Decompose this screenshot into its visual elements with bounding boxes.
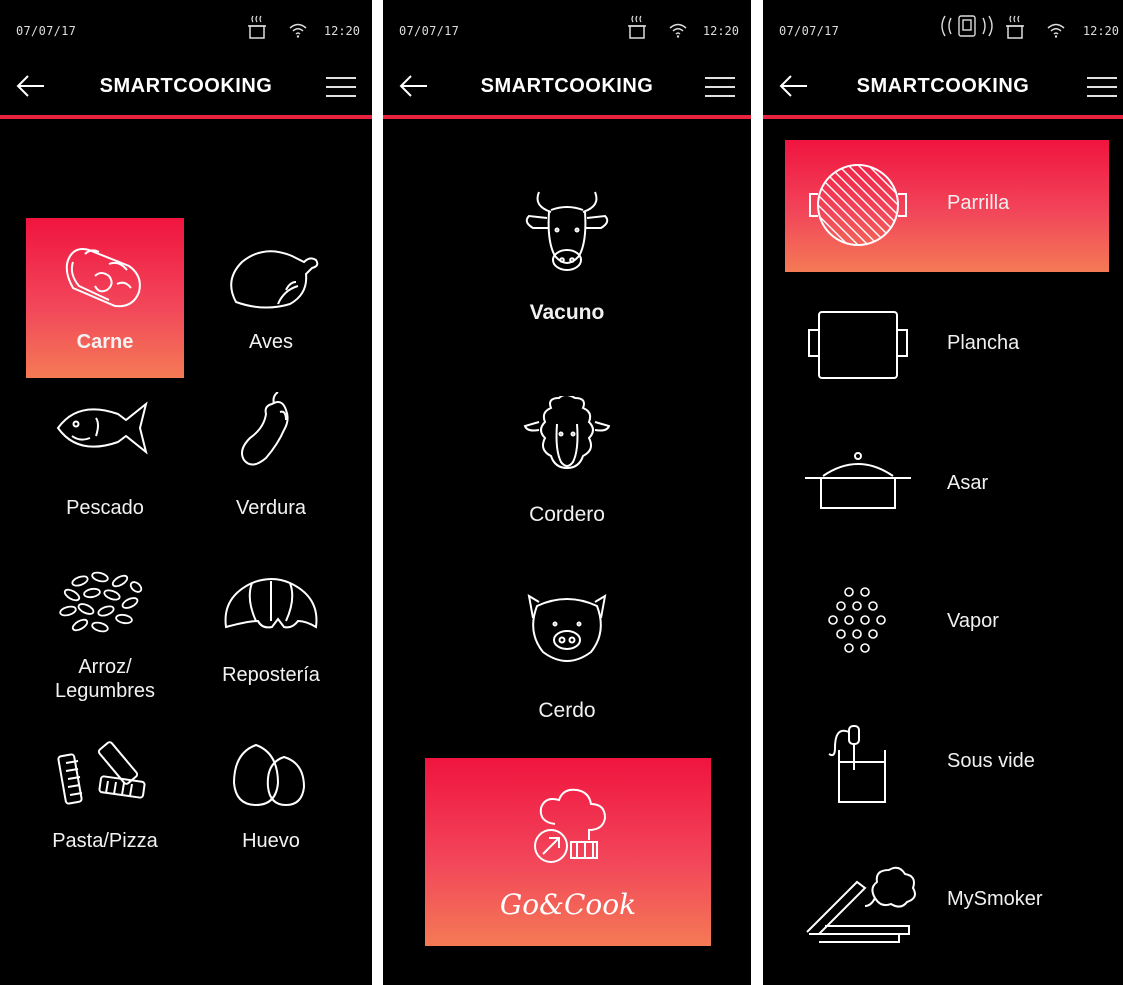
category-label-carne: Carne [76,331,134,353]
app-bar: SMARTCOOKING [763,58,1123,116]
category-label-huevo: Huevo [242,830,300,852]
method-label-parrilla: Parrilla [947,192,1010,214]
category-tile-aves[interactable]: Aves [192,218,350,378]
method-label-vapor: Vapor [947,610,999,632]
category-tile-pasta-pizza[interactable]: Pasta/Pizza [26,735,184,865]
pot-status-icon [248,15,266,39]
menu-icon[interactable] [1087,76,1117,98]
animal-label-cordero: Cordero [529,503,605,526]
category-label-pescado: Pescado [66,497,144,519]
method-label-asar: Asar [947,472,989,494]
animal-item-cordero[interactable]: Cordero [383,394,751,536]
category-tile-reposteria[interactable]: Repostería [192,565,350,705]
gocook-label: Go&Cook [499,888,637,921]
menu-icon[interactable] [326,76,356,98]
nfc-device-icon [941,15,993,37]
eggplant-icon [241,392,289,466]
screen-methods: 07/07/17 12:20 SMARTCOOKING Parrilla Pla… [763,0,1123,985]
method-item-asar[interactable]: Asar [785,420,1109,552]
method-label-sous-vide: Sous vide [947,750,1035,772]
chicken-icon [230,250,319,309]
pot-status-icon [628,15,646,39]
header-divider [383,115,751,119]
meat-icon [65,248,141,308]
header-divider [0,115,372,119]
method-item-plancha[interactable]: Plancha [785,280,1109,412]
method-item-sous-vide[interactable]: Sous vide [785,698,1109,830]
grill-icon [809,164,907,246]
rice-icon [59,571,143,633]
wifi-icon [669,23,687,38]
category-tile-carne[interactable]: Carne [26,218,184,378]
method-item-mysmoker[interactable]: MySmoker [785,836,1109,968]
animal-item-cerdo[interactable]: Cerdo [383,592,751,732]
fish-icon [56,401,148,455]
smoker-icon [806,866,916,943]
steam-icon [828,587,886,653]
cow-icon [525,191,609,271]
app-title: SMARTCOOKING [99,75,273,97]
pot-status-icon [1006,15,1024,39]
category-label-aves: Aves [248,331,294,353]
status-bar: 07/07/17 12:20 [763,0,1123,58]
category-label-legumbres: Legumbres [54,680,156,702]
pig-icon [527,594,607,662]
method-label-plancha: Plancha [947,332,1020,354]
gocook-button[interactable]: Go&Cook [425,758,711,946]
animal-label-cerdo: Cerdo [538,699,596,722]
status-bar: 07/07/17 12:20 [0,0,372,58]
status-date: 07/07/17 [16,24,77,38]
category-tile-arroz-legumbres[interactable]: Arroz/ Legumbres [26,565,184,705]
pasta-icon [57,741,146,805]
wifi-icon [289,23,307,38]
category-tile-verdura[interactable]: Verdura [192,392,350,532]
category-label-pasta-pizza: Pasta/Pizza [52,830,158,852]
animal-item-vacuno[interactable]: Vacuno [383,188,751,328]
app-bar: SMARTCOOKING [0,58,372,116]
method-item-parrilla[interactable]: Parrilla [785,140,1109,272]
method-item-vapor[interactable]: Vapor [785,558,1109,690]
wifi-icon [1047,23,1065,38]
status-date: 07/07/17 [399,24,460,38]
animal-label-vacuno: Vacuno [529,301,605,324]
method-label-mysmoker: MySmoker [947,888,1043,910]
egg-icon [232,743,306,807]
app-bar: SMARTCOOKING [383,58,751,116]
category-tile-pescado[interactable]: Pescado [26,392,184,532]
status-bar: 07/07/17 12:20 [383,0,751,58]
roasting-pot-icon [805,452,911,509]
screen-animals: 07/07/17 12:20 SMARTCOOKING Vacuno Corde… [383,0,751,985]
griddle-icon [808,311,908,379]
status-date: 07/07/17 [779,24,840,38]
croissant-icon [224,578,318,629]
sheep-icon [523,394,611,470]
screen-categories: 07/07/17 12:20 SMARTCOOKING Carne Aves P… [0,0,372,985]
category-label-arroz: Arroz/ [78,656,132,678]
app-title: SMARTCOOKING [480,75,654,97]
category-label-reposteria: Repostería [222,664,320,686]
header-divider [763,115,1123,119]
app-title: SMARTCOOKING [856,75,1030,97]
chef-hat-icon [534,788,607,863]
status-time: 12:20 [702,24,739,38]
status-time: 12:20 [1082,24,1119,38]
category-tile-huevo[interactable]: Huevo [192,735,350,865]
sous-vide-icon [828,725,886,803]
category-label-verdura: Verdura [235,497,307,519]
status-time: 12:20 [323,24,360,38]
menu-icon[interactable] [705,76,735,98]
